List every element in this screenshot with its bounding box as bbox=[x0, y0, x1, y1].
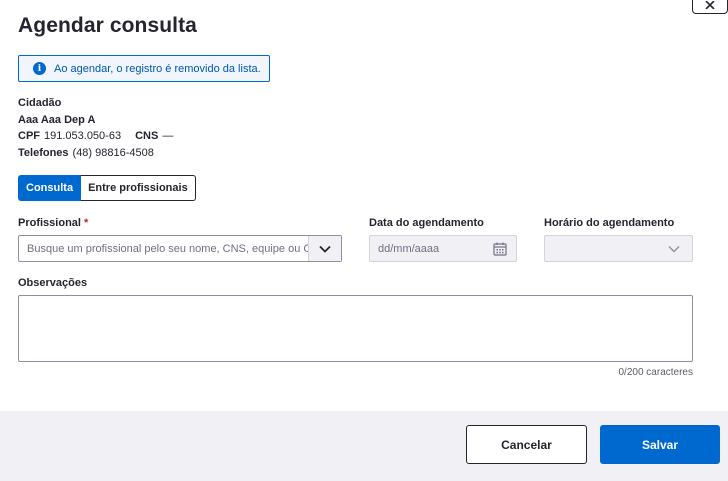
calendar-icon[interactable] bbox=[492, 241, 508, 257]
info-icon: i bbox=[33, 62, 46, 75]
phones-label: Telefones bbox=[18, 147, 69, 159]
data-agendamento-field[interactable]: dd/mm/aaaa bbox=[369, 235, 517, 262]
horario-agendamento-label: Horário do agendamento bbox=[544, 217, 675, 229]
tab-consulta[interactable]: Consulta bbox=[18, 175, 82, 201]
profissional-label-text: Profissional bbox=[18, 217, 81, 229]
chevron-down-icon bbox=[319, 245, 331, 253]
agendar-consulta-modal: Agendar consulta i Ao agendar, o registr… bbox=[0, 0, 728, 481]
modal-title: Agendar consulta bbox=[18, 14, 197, 37]
data-agendamento-label: Data do agendamento bbox=[369, 217, 484, 229]
cancel-button[interactable]: Cancelar bbox=[466, 425, 587, 464]
profissional-select[interactable]: Busque um profissional pelo seu nome, CN… bbox=[18, 235, 342, 262]
cidadao-name: Aaa Aaa Dep A bbox=[18, 114, 96, 126]
cidadao-docs: CPF 191.053.050-63 CNS — bbox=[18, 130, 173, 142]
close-button[interactable] bbox=[692, 0, 728, 14]
data-agendamento-input[interactable]: dd/mm/aaaa bbox=[370, 243, 492, 255]
info-alert: i Ao agendar, o registro é removido da l… bbox=[18, 55, 270, 82]
profissional-label: Profissional * bbox=[18, 217, 88, 229]
required-mark: * bbox=[84, 217, 89, 229]
observacoes-textarea[interactable] bbox=[18, 295, 693, 362]
agendamento-type-tabs: Consulta Entre profissionais bbox=[18, 175, 196, 201]
cns-label: CNS bbox=[135, 130, 159, 142]
cns-value: — bbox=[162, 130, 174, 142]
alert-text: Ao agendar, o registro é removido da lis… bbox=[54, 62, 261, 75]
profissional-dropdown-button[interactable] bbox=[308, 236, 341, 261]
save-button[interactable]: Salvar bbox=[600, 425, 720, 464]
cpf-label: CPF bbox=[18, 130, 40, 142]
phones-value: (48) 98816-4508 bbox=[72, 147, 154, 159]
profissional-input[interactable]: Busque um profissional pelo seu nome, CN… bbox=[19, 243, 308, 255]
close-icon bbox=[705, 1, 715, 9]
cpf-value: 191.053.050-63 bbox=[44, 130, 122, 142]
cidadao-section-label: Cidadão bbox=[18, 97, 62, 109]
horario-agendamento-select[interactable] bbox=[544, 235, 693, 262]
tab-entre-profissionais[interactable]: Entre profissionais bbox=[81, 175, 196, 201]
cidadao-phones: Telefones (48) 98816-4508 bbox=[18, 147, 154, 159]
observacoes-label: Observações bbox=[18, 277, 88, 289]
observacoes-char-counter: 0/200 caracteres bbox=[618, 367, 694, 378]
chevron-down-icon bbox=[668, 245, 680, 252]
